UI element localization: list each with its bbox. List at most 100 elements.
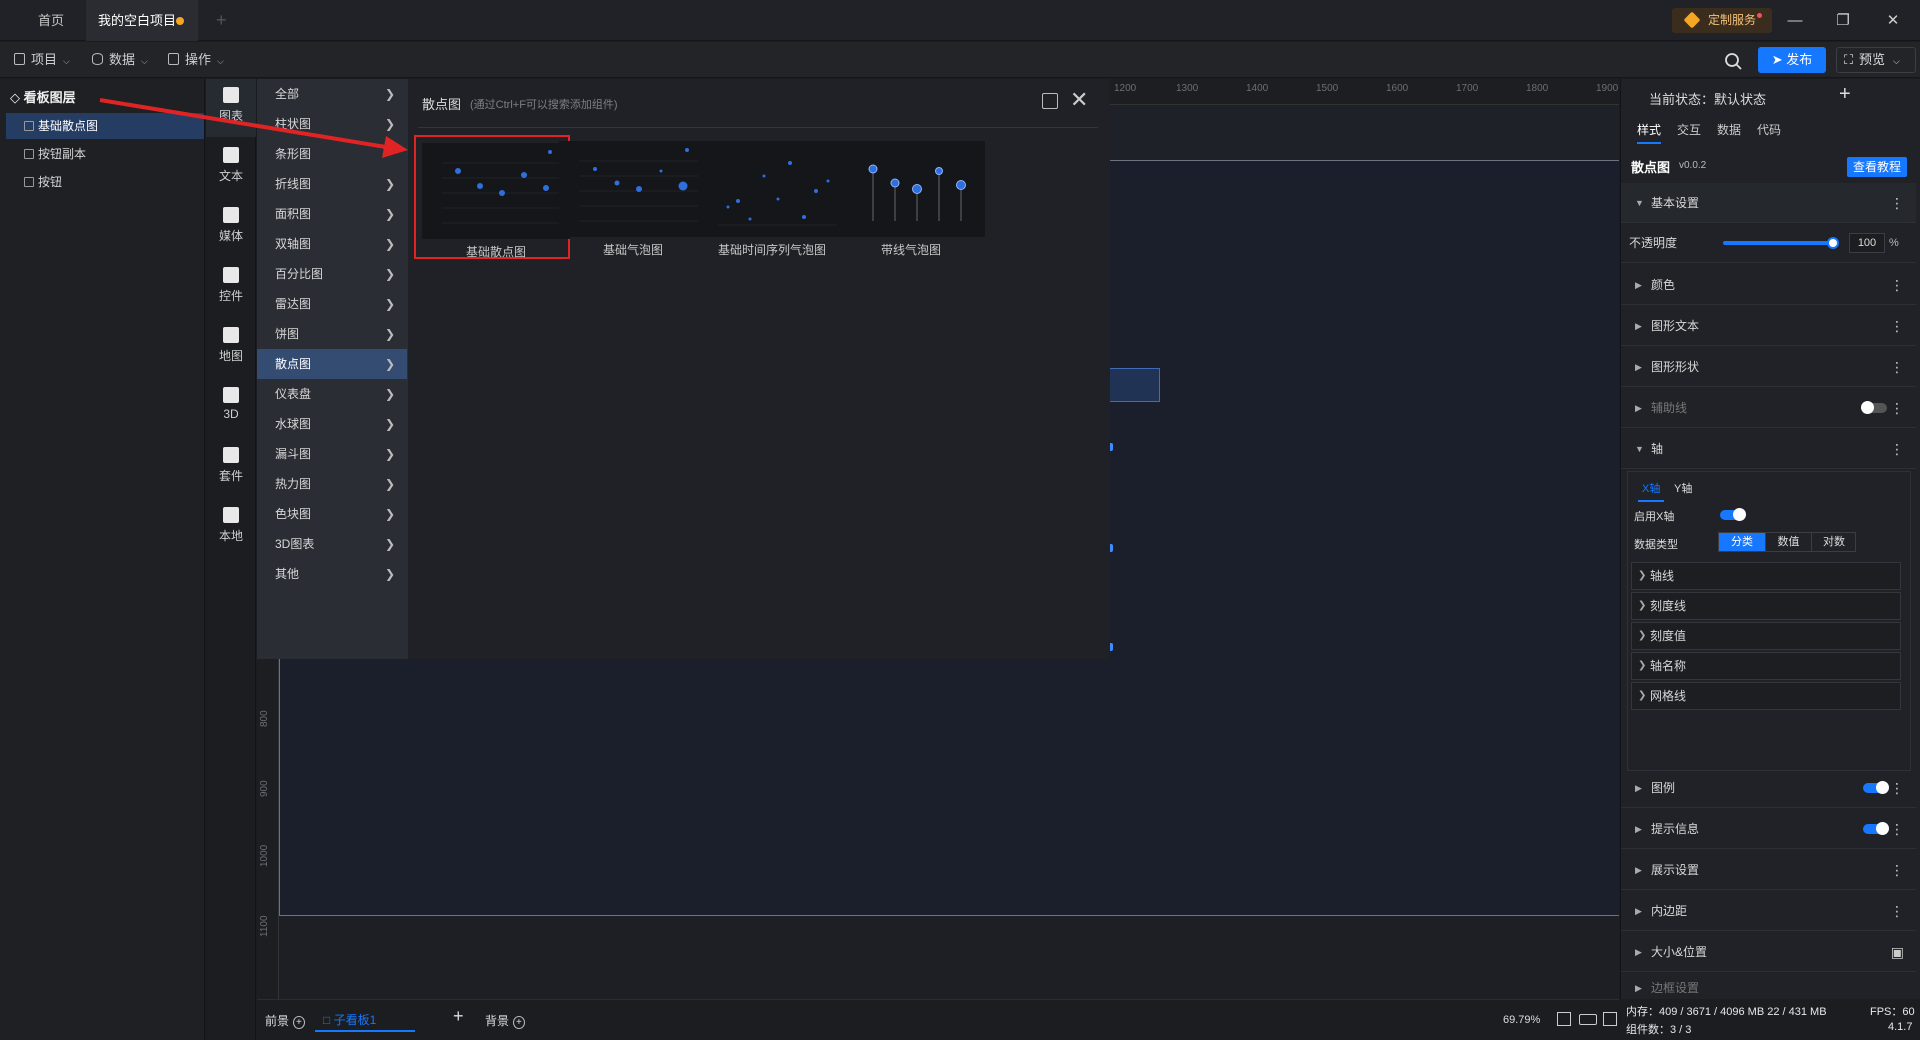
more-icon[interactable]: ⋮ bbox=[1890, 183, 1904, 223]
add-tab-button[interactable]: + bbox=[204, 0, 234, 41]
opacity-input[interactable]: 100 bbox=[1849, 233, 1885, 253]
tab-style[interactable]: 样式 bbox=[1637, 121, 1662, 144]
tab-data[interactable]: 数据 bbox=[1717, 121, 1741, 138]
more-icon[interactable]: ⋮ bbox=[1890, 809, 1904, 849]
axis-sub-name[interactable]: ❯ 轴名称 bbox=[1631, 652, 1901, 680]
restore-button[interactable]: ❐ bbox=[1820, 0, 1866, 41]
custom-service-button[interactable]: 定制服务 bbox=[1672, 8, 1772, 33]
tab-y-axis[interactable]: Y轴 bbox=[1674, 480, 1692, 496]
picker-card[interactable]: 基础气泡图 bbox=[553, 135, 709, 259]
slider-thumb[interactable] bbox=[1827, 237, 1839, 249]
more-icon[interactable]: ⋮ bbox=[1890, 306, 1904, 346]
tooltip-toggle[interactable] bbox=[1863, 822, 1889, 835]
minimize-button[interactable]: — bbox=[1772, 0, 1818, 41]
more-icon[interactable]: ⋮ bbox=[1890, 891, 1904, 931]
layer-item[interactable]: 基础散点图 bbox=[6, 113, 204, 139]
enable-x-toggle[interactable] bbox=[1720, 508, 1746, 521]
add-state-button[interactable]: + bbox=[1839, 83, 1851, 106]
category-chart[interactable]: 图表 bbox=[206, 79, 256, 137]
category-local[interactable]: 本地 bbox=[206, 499, 256, 557]
publish-button[interactable]: ➤ 发布 bbox=[1758, 47, 1826, 73]
more-icon[interactable]: ⋮ bbox=[1890, 347, 1904, 387]
segment-category[interactable]: 分类 bbox=[1719, 533, 1765, 551]
add-circle-icon[interactable]: + bbox=[513, 1016, 525, 1029]
chart-type-item[interactable]: 仪表盘 ❯ bbox=[257, 379, 407, 409]
fit-screen-icon[interactable] bbox=[1557, 1012, 1571, 1026]
opacity-slider[interactable] bbox=[1723, 241, 1833, 245]
menu-operation[interactable]: 操作 ⌵ bbox=[168, 42, 224, 78]
terminal-icon[interactable] bbox=[1603, 1012, 1617, 1026]
section-padding[interactable]: ▶ 内边距 ⋮ bbox=[1621, 891, 1916, 931]
picker-card[interactable]: 基础时间序列气泡图 bbox=[692, 135, 848, 259]
more-icon[interactable]: ⋮ bbox=[1890, 388, 1904, 428]
more-icon[interactable]: ⋮ bbox=[1890, 850, 1904, 890]
add-circle-icon[interactable]: + bbox=[293, 1016, 305, 1029]
chart-type-item[interactable]: 其他 ❯ bbox=[257, 559, 407, 589]
segment-log[interactable]: 对数 bbox=[1811, 533, 1856, 551]
chart-type-item[interactable]: 色块图 ❯ bbox=[257, 499, 407, 529]
chart-type-item[interactable]: 全部 ❯ bbox=[257, 79, 407, 109]
more-icon[interactable]: ⋮ bbox=[1890, 265, 1904, 305]
category-text[interactable]: 文本 bbox=[206, 139, 256, 197]
search-button[interactable] bbox=[1720, 48, 1746, 74]
preview-button[interactable]: ⛶ 预览 ⌵ bbox=[1836, 47, 1916, 73]
chart-type-item[interactable]: 折线图 ❯ bbox=[257, 169, 407, 199]
chart-type-item[interactable]: 热力图 ❯ bbox=[257, 469, 407, 499]
chart-type-item[interactable]: 3D图表 ❯ bbox=[257, 529, 407, 559]
legend-toggle[interactable] bbox=[1863, 781, 1889, 794]
chart-type-item[interactable]: 雷达图 ❯ bbox=[257, 289, 407, 319]
copy-window-icon[interactable] bbox=[1042, 93, 1058, 109]
section-shape[interactable]: ▶ 图形形状 ⋮ bbox=[1621, 347, 1916, 387]
chart-type-item[interactable]: 面积图 ❯ bbox=[257, 199, 407, 229]
chart-type-item[interactable]: 饼图 ❯ bbox=[257, 319, 407, 349]
state-value[interactable]: 默认状态 bbox=[1714, 92, 1766, 107]
section-basic-settings[interactable]: ▼ 基本设置 ⋮ bbox=[1621, 183, 1916, 223]
guide-line-toggle[interactable] bbox=[1861, 401, 1887, 414]
layer-item[interactable]: 按钮副本 bbox=[6, 141, 204, 167]
section-display[interactable]: ▶ 展示设置 ⋮ bbox=[1621, 850, 1916, 890]
tab-project[interactable]: 我的空白项目 bbox=[86, 0, 198, 41]
section-color[interactable]: ▶ 颜色 ⋮ bbox=[1621, 265, 1916, 305]
keyboard-icon[interactable] bbox=[1579, 1014, 1597, 1025]
category-media[interactable]: 媒体 bbox=[206, 199, 256, 257]
chart-type-item[interactable]: 柱状图 ❯ bbox=[257, 109, 407, 139]
zoom-level[interactable]: 69.79% bbox=[1503, 1014, 1540, 1026]
axis-sub-line[interactable]: ❯ 轴线 bbox=[1631, 562, 1901, 590]
tab-code[interactable]: 代码 bbox=[1757, 121, 1781, 138]
section-axis[interactable]: ▼ 轴 ⋮ bbox=[1621, 429, 1916, 469]
layer-item[interactable]: 按钮 bbox=[6, 169, 204, 195]
axis-sub-ticks[interactable]: ❯ 刻度线 bbox=[1631, 592, 1901, 620]
segment-value[interactable]: 数值 bbox=[1765, 533, 1811, 551]
tab-x-axis[interactable]: X轴 bbox=[1638, 480, 1665, 502]
picker-card[interactable]: 带线气泡图 bbox=[831, 135, 987, 259]
more-icon[interactable]: ⋮ bbox=[1890, 768, 1904, 808]
section-shape-text[interactable]: ▶ 图形文本 ⋮ bbox=[1621, 306, 1916, 346]
category-3d[interactable]: 3D bbox=[206, 379, 256, 437]
sub-board-tab[interactable]: □ 子看板1 bbox=[315, 1008, 415, 1032]
menu-data[interactable]: 数据 ⌵ bbox=[92, 42, 148, 78]
section-border[interactable]: ▶ 边框设置 bbox=[1621, 973, 1916, 999]
axis-sub-grid[interactable]: ❯ 网格线 bbox=[1631, 682, 1901, 710]
category-map[interactable]: 地图 bbox=[206, 319, 256, 377]
section-guide-line[interactable]: ▶ 辅助线 ⋮ bbox=[1621, 388, 1916, 428]
tab-interaction[interactable]: 交互 bbox=[1677, 121, 1701, 138]
section-legend[interactable]: ▶ 图例 ⋮ bbox=[1621, 768, 1916, 808]
chart-type-item[interactable]: 散点图 ❯ bbox=[257, 349, 407, 379]
close-window-button[interactable]: ✕ bbox=[1870, 0, 1916, 41]
chart-type-item[interactable]: 条形图 bbox=[257, 139, 407, 169]
lock-icon[interactable]: ▣ bbox=[1891, 932, 1904, 972]
section-tooltip[interactable]: ▶ 提示信息 ⋮ bbox=[1621, 809, 1916, 849]
add-board-button[interactable]: + bbox=[453, 1006, 464, 1027]
menu-project[interactable]: 项目 ⌵ bbox=[14, 42, 70, 78]
tutorial-button[interactable]: 查看教程 bbox=[1847, 157, 1907, 177]
close-icon[interactable]: ✕ bbox=[1070, 87, 1088, 113]
chart-type-item[interactable]: 水球图 ❯ bbox=[257, 409, 407, 439]
more-icon[interactable]: ⋮ bbox=[1890, 429, 1904, 469]
axis-sub-tick-values[interactable]: ❯ 刻度值 bbox=[1631, 622, 1901, 650]
chart-type-item[interactable]: 双轴图 ❯ bbox=[257, 229, 407, 259]
foreground-tab[interactable]: 前景 + bbox=[265, 1012, 305, 1029]
chart-type-item[interactable]: 百分比图 ❯ bbox=[257, 259, 407, 289]
section-size-position[interactable]: ▶ 大小&位置 ▣ bbox=[1621, 932, 1916, 972]
category-kit[interactable]: 套件 bbox=[206, 439, 256, 497]
category-control[interactable]: 控件 bbox=[206, 259, 256, 317]
